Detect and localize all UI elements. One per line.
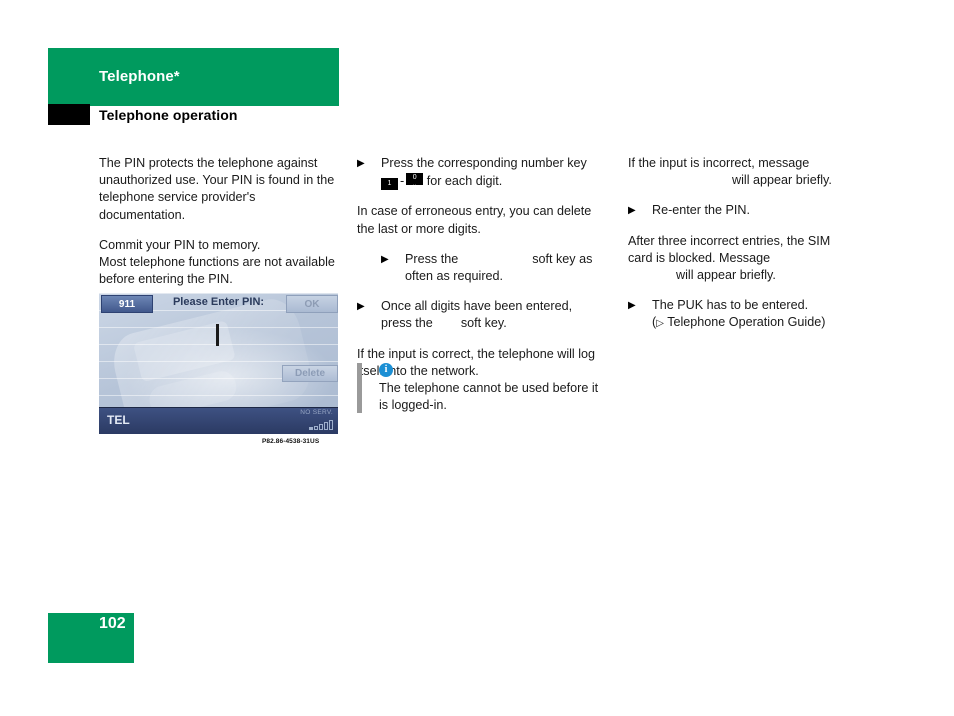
pin-entry-cursor [216, 324, 219, 346]
number-key-0-digit: 0 [412, 174, 417, 182]
bullet-triangle-icon: ▶ [357, 301, 365, 313]
number-key-1-icon: 1 [381, 178, 398, 191]
left-paragraph-2-line-3: before entering the PIN. [99, 272, 233, 287]
number-key-0-space-symbol: ␣ [412, 181, 417, 188]
info-note-text: The telephone cannot be used before it i… [379, 381, 599, 413]
step-press-number-key: ▶ Press the corresponding number key 1-0… [357, 155, 600, 191]
cross-reference-label: Telephone Operation Guide) [667, 315, 826, 330]
bullet-triangle-icon: ▶ [628, 300, 636, 312]
info-note-content: i The telephone cannot be used before it… [379, 363, 600, 414]
display-status-bar: TEL NO SERV. [99, 407, 338, 434]
step-1-lead-text: Press the corresponding number key [381, 156, 587, 170]
ok-softkey[interactable]: OK [286, 295, 338, 313]
step-3-trail-text: soft key. [460, 316, 507, 331]
right-paragraph-2-line-1: After three incorrect entries, the SIM [628, 233, 831, 248]
info-note-rule [357, 363, 362, 413]
left-text-column: The PIN protects the telephone against u… [99, 155, 339, 301]
step-3-lead-text: press the [381, 316, 433, 331]
right-paragraph-2: After three incorrect entries, the SIM c… [628, 233, 871, 285]
step-confirm-pin-body: Once all digits have been entered, press… [381, 298, 600, 332]
display-top-bar: 911 Please Enter PIN: OK [99, 293, 338, 315]
info-note: i The telephone cannot be used before it… [357, 363, 600, 414]
left-paragraph-2-line-1: Commit your PIN to memory. [99, 237, 261, 252]
middle-paragraph-1: In case of erroneous entry, you can dele… [357, 204, 592, 236]
step-3-line-1: Once all digits have been entered, [381, 299, 573, 314]
number-key-0-icon: 0 ␣ [406, 173, 424, 188]
right-paragraph-2-line-2: card is blocked. Message [628, 250, 771, 265]
bullet-triangle-icon: ▶ [381, 253, 389, 265]
step-puk-line-1: The PUK has to be entered. [652, 298, 809, 313]
step-press-delete-softkey: ▶ Press the soft key as often as required… [357, 251, 600, 285]
cross-reference[interactable]: (▷ Telephone Operation Guide) [652, 315, 825, 329]
delete-softkey[interactable]: Delete [282, 365, 338, 382]
right-paragraph-1-line-2: will appear briefly. [732, 173, 832, 188]
step-confirm-pin: ▶ Once all digits have been entered, pre… [357, 298, 600, 332]
step-press-number-key-body: Press the corresponding number key 1-0 ␣ … [381, 155, 600, 191]
chapter-header-bar [48, 48, 339, 104]
section-title: Telephone operation [99, 107, 238, 123]
key-range-dash: - [400, 174, 405, 189]
section-tab-marker [48, 104, 90, 125]
header-divider-rule [48, 104, 339, 106]
display-screenshot-figure: 911 Please Enter PIN: OK Delete TEL NO S… [99, 293, 338, 434]
left-paragraph-2-line-2: Most telephone functions are not availab… [99, 255, 335, 270]
signal-strength-icon [309, 419, 333, 430]
chapter-title: Telephone* [99, 68, 180, 85]
bullet-triangle-icon: ▶ [628, 205, 636, 217]
left-paragraph-2: Commit your PIN to memory. Most telephon… [99, 237, 339, 289]
step-1-trail-text: for each digit. [426, 174, 503, 189]
left-paragraph-1: The PIN protects the telephone against u… [99, 156, 335, 222]
page-number: 102 [99, 615, 126, 632]
bullet-triangle-icon: ▶ [357, 158, 365, 169]
middle-text-column: ▶ Press the corresponding number key 1-0… [357, 155, 600, 393]
info-icon: i [379, 363, 393, 377]
step-press-delete-softkey-body: Press the soft key as often as required. [405, 251, 600, 285]
figure-reference-code: P82.86-4538-31US [262, 438, 320, 445]
cross-reference-arrow-icon: ▷ [656, 318, 664, 330]
step-2-lead-text: Press the [405, 251, 459, 266]
no-service-label: NO SERV. [300, 409, 333, 416]
right-paragraph-1-line-1: If the input is incorrect, message [628, 156, 810, 170]
step-enter-puk-body: The PUK has to be entered. (▷ Telephone … [652, 297, 871, 332]
right-paragraph-2-line-3: will appear briefly. [676, 268, 776, 283]
right-text-column: If the input is incorrect, message will … [628, 155, 871, 346]
step-reenter-pin: ▶ Re-enter the PIN. [628, 202, 871, 219]
right-paragraph-1: If the input is incorrect, message will … [628, 155, 871, 189]
step-enter-puk: ▶ The PUK has to be entered. (▷ Telephon… [628, 297, 871, 332]
step-reenter-pin-body: Re-enter the PIN. [652, 203, 750, 218]
telephone-mode-label: TEL [107, 413, 130, 427]
